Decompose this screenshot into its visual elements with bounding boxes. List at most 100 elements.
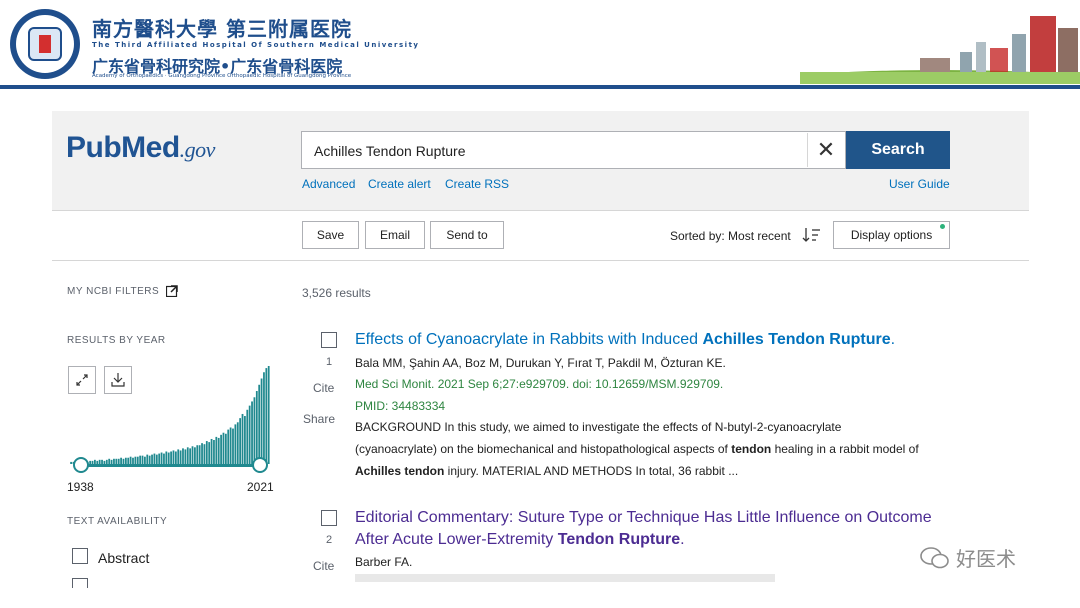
my-ncbi-filters-heading: MY NCBI FILTERS (67, 286, 160, 297)
histogram-bar (160, 452, 163, 464)
result-1-share-button[interactable]: Share (303, 412, 335, 426)
result-1-authors: Bala MM, Şahin AA, Boz M, Durukan Y, Fır… (355, 356, 726, 370)
banner-divider (0, 85, 1080, 89)
create-alert-link[interactable]: Create alert (368, 177, 431, 191)
pubmed-logo[interactable]: PubMed.gov (66, 131, 215, 165)
send-to-button[interactable]: Send to (430, 221, 504, 249)
wechat-icon (920, 546, 949, 568)
histogram-bar (248, 405, 251, 464)
histogram-bar (155, 454, 158, 464)
result-1-number: 1 (326, 356, 333, 368)
histogram-bar (253, 397, 256, 464)
text-availability-heading: TEXT AVAILABILITY (67, 516, 168, 527)
save-button[interactable]: Save (302, 221, 359, 249)
abstract-checkbox[interactable] (72, 548, 88, 564)
histogram-bar (165, 451, 168, 464)
advanced-link[interactable]: Advanced (302, 177, 355, 191)
histogram-bar (196, 445, 199, 464)
result-2-cite-button[interactable]: Cite (313, 559, 334, 573)
histogram-bar (251, 401, 253, 464)
results-by-year-histogram[interactable] (70, 366, 270, 466)
free-full-text-checkbox[interactable] (72, 578, 88, 588)
histogram-bar (148, 455, 151, 464)
sort-descending-icon[interactable] (801, 226, 821, 244)
year-range-end-handle[interactable] (252, 457, 268, 473)
abstract-filter-label[interactable]: Abstract (98, 550, 149, 566)
histogram-bar (129, 456, 132, 464)
result-2-authors: Barber FA. (355, 555, 413, 569)
histogram-bar (139, 455, 142, 464)
toolbar-divider (52, 260, 1029, 261)
watermark: 好医术 (920, 543, 1016, 572)
results-count: 3,526 results (302, 286, 371, 300)
histogram-bar (153, 453, 156, 464)
histogram-bar (258, 384, 261, 464)
watermark-text: 好医术 (956, 547, 1016, 571)
histogram-bar (146, 454, 149, 464)
search-box (301, 131, 846, 170)
search-input[interactable] (312, 132, 796, 170)
histogram-bar (134, 456, 137, 464)
result-2-citation-faded (355, 574, 775, 582)
skyline-image (800, 16, 1080, 84)
result-1-snippet-line-2: (cyanoacrylate) on the biomechanical and… (355, 442, 919, 456)
histogram-bar (246, 409, 249, 464)
result-1-title[interactable]: Effects of Cyanoacrylate in Rabbits with… (355, 329, 895, 351)
histogram-bar (232, 428, 234, 464)
histogram-bar (141, 455, 144, 464)
histogram-bar (220, 434, 222, 464)
year-start-label: 1938 (67, 480, 94, 494)
display-options-button[interactable]: Display options (833, 221, 950, 249)
histogram-bar (205, 441, 208, 464)
histogram-bar (174, 451, 177, 464)
histogram-bar (234, 424, 237, 464)
histogram-bar (255, 391, 258, 464)
hospital-banner: 南方醫科大學 第三附属医院 The Third Affiliated Hospi… (0, 0, 1080, 86)
histogram-bar (241, 413, 244, 464)
year-range-start-handle[interactable] (73, 457, 89, 473)
sort-selector[interactable]: Sorted by: Most recent (670, 229, 791, 243)
histogram-bar (167, 452, 170, 464)
histogram-bar (267, 366, 270, 464)
result-2-number: 2 (326, 534, 333, 546)
results-by-year-heading: RESULTS BY YEAR (67, 335, 166, 346)
result-1-title-text: Effects of Cyanoacrylate in Rabbits with… (355, 331, 703, 348)
result-1-title-end: . (890, 331, 896, 348)
institute-name-en: Academy of Orthopaedics · Guangdong Prov… (92, 73, 352, 79)
display-options-indicator (940, 224, 945, 229)
year-range-track (82, 464, 260, 467)
histogram-bar (186, 447, 189, 464)
histogram-bar (144, 456, 146, 464)
histogram-bar (170, 451, 172, 464)
create-rss-link[interactable]: Create RSS (445, 177, 509, 191)
histogram-bar (217, 437, 220, 464)
histogram-bar (265, 368, 268, 464)
result-1-citation: Med Sci Monit. 2021 Sep 6;27:e929709. do… (355, 377, 724, 391)
result-2-title-line-1[interactable]: Editorial Commentary: Suture Type or Tec… (355, 507, 932, 529)
email-button[interactable]: Email (365, 221, 425, 249)
histogram-bar (239, 418, 242, 464)
histogram-bar (210, 438, 213, 464)
histogram-bar (177, 449, 180, 464)
histogram-bar (179, 450, 182, 464)
result-1-cite-button[interactable]: Cite (313, 381, 334, 395)
histogram-bar (136, 456, 139, 464)
hospital-name-en: The Third Affiliated Hospital Of Souther… (92, 41, 420, 49)
histogram-bar (182, 448, 184, 464)
result-2-title-line-2[interactable]: After Acute Lower-Extremity Tendon Ruptu… (355, 529, 685, 551)
histogram-bar (70, 461, 72, 464)
search-button[interactable]: Search (846, 131, 950, 169)
histogram-bar (263, 372, 265, 464)
histogram-bar (236, 422, 239, 464)
result-1-checkbox[interactable] (321, 332, 337, 348)
external-link-icon[interactable] (166, 285, 178, 297)
histogram-bar (184, 449, 187, 464)
histogram-bar (227, 429, 230, 464)
hospital-name-cn: 南方醫科大學 第三附属医院 (92, 17, 352, 41)
clear-icon[interactable]: ✕ (807, 133, 844, 167)
histogram-bar (198, 445, 201, 464)
user-guide-link[interactable]: User Guide (889, 177, 950, 191)
histogram-bar (215, 436, 218, 464)
result-2-checkbox[interactable] (321, 510, 337, 526)
histogram-bar (189, 448, 192, 464)
